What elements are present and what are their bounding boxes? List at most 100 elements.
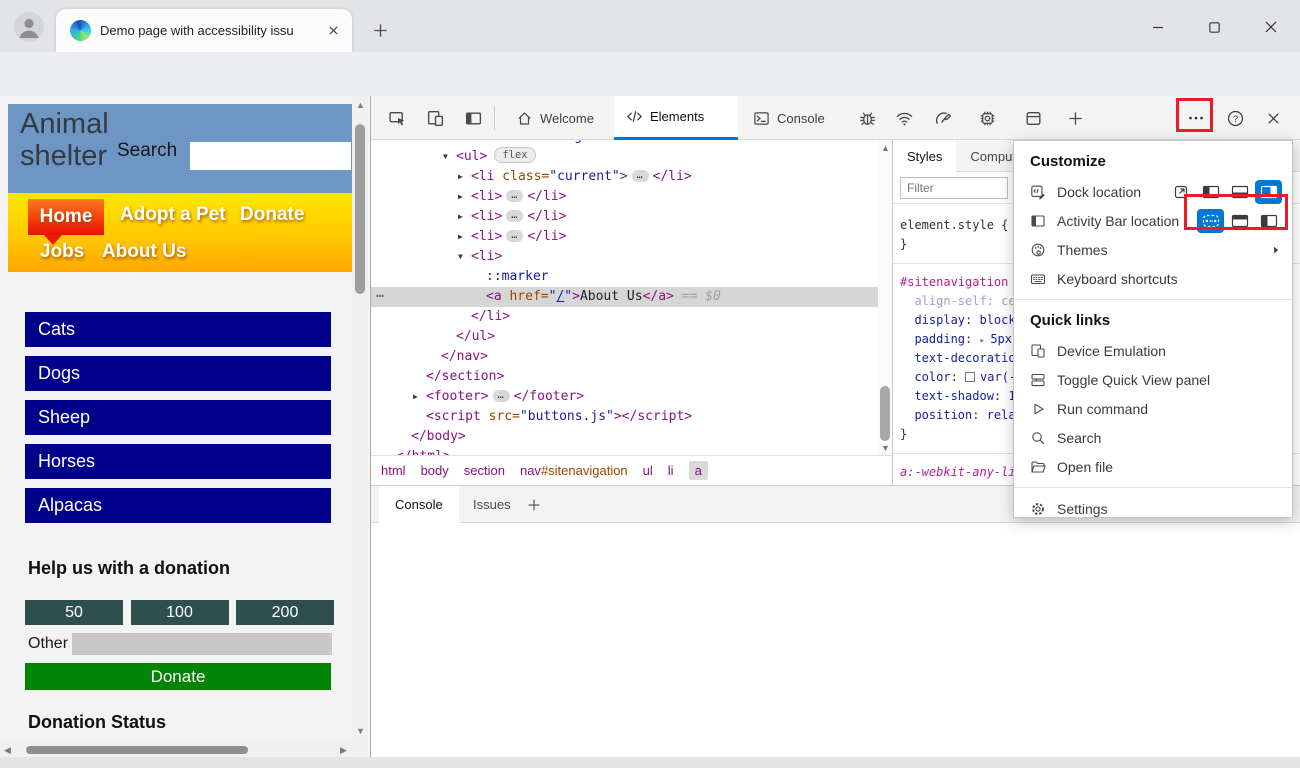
new-tab-button[interactable] <box>368 18 392 42</box>
activity-bar-location-icon <box>1031 214 1045 227</box>
menu-item-keyboard-shortcuts[interactable]: Keyboard shortcuts <box>1014 264 1292 293</box>
page-vertical-scrollbar[interactable]: ▲ ▼ <box>352 96 368 742</box>
dom-tree-row[interactable]: </section> <box>371 367 878 387</box>
window-minimize-button[interactable] <box>1138 14 1178 40</box>
color-swatch[interactable] <box>965 372 976 382</box>
tab-title: Demo page with accessibility issu <box>100 23 294 38</box>
network-conditions-icon[interactable] <box>889 103 919 133</box>
drawer-tab-console[interactable]: Console <box>379 486 459 523</box>
menu-item-settings[interactable]: Settings <box>1014 494 1292 523</box>
breadcrumb: html body section nav#sitenavigation ul li a <box>371 455 892 485</box>
menu-item-search[interactable]: Search <box>1014 423 1292 452</box>
debug-bug-icon[interactable] <box>852 103 882 133</box>
breadcrumb-item-ul[interactable]: ul <box>643 463 653 478</box>
tab-welcome[interactable]: Welcome <box>504 96 606 140</box>
scroll-down-icon[interactable]: ▼ <box>356 726 365 736</box>
inspect-element-icon[interactable] <box>382 103 412 133</box>
scroll-thumb[interactable] <box>880 386 890 441</box>
scroll-thumb[interactable] <box>355 124 365 294</box>
donation-heading: Help us with a donation <box>28 558 230 578</box>
menu-item-toggle-quick-view[interactable]: Toggle Quick View panel <box>1014 365 1292 394</box>
other-label: Other <box>28 635 69 652</box>
nav-item-donate[interactable]: Donate <box>240 204 304 226</box>
site-nav: Home Adopt a Pet Donate Jobs About Us <box>8 193 352 272</box>
amount-button-200[interactable]: 200 <box>236 600 334 625</box>
profile-avatar[interactable] <box>14 12 44 42</box>
toolbar-separator <box>494 106 495 130</box>
scroll-down-icon[interactable]: ▼ <box>881 443 890 453</box>
amount-button-50[interactable]: 50 <box>25 600 123 625</box>
tab-console[interactable]: Console <box>741 96 837 140</box>
breadcrumb-item-nav[interactable]: nav#sitenavigation <box>520 463 628 478</box>
dom-tree-row[interactable]: </li> <box>371 307 878 327</box>
breadcrumb-item-section[interactable]: section <box>464 463 505 478</box>
scroll-up-icon[interactable]: ▲ <box>356 100 365 110</box>
dom-tree-row[interactable]: <script src="buttons.js"></script> <box>371 407 878 427</box>
dom-tree-row[interactable]: </ul> <box>371 327 878 347</box>
dom-tree-row[interactable]: ▶ <li class="current">… </li> <box>371 167 878 187</box>
help-icon[interactable]: ? <box>1220 103 1250 133</box>
dom-tree-row[interactable]: ▶ <li>… </li> <box>371 207 878 227</box>
nav-item-about[interactable]: About Us <box>102 241 186 263</box>
amount-button-100[interactable]: 100 <box>130 600 229 625</box>
menu-item-themes[interactable]: Themes <box>1014 235 1292 264</box>
tree-scrollbar[interactable]: ▲ ▼ <box>878 140 892 455</box>
window-maximize-button[interactable] <box>1194 14 1234 40</box>
styles-filter-input[interactable] <box>900 177 1008 199</box>
tab-elements[interactable]: Elements <box>614 96 738 140</box>
drawer-tab-issues[interactable]: Issues <box>457 486 527 523</box>
dom-tree-row[interactable]: ▼<nav id="sitenavigation"> <box>371 140 878 147</box>
dom-tree-row[interactable]: ▶ <li>… </li> <box>371 187 878 207</box>
site-title: Animal shelter <box>20 108 109 172</box>
highlight-box-activity-bar-options <box>1184 194 1288 230</box>
breadcrumb-item-a[interactable]: a <box>688 461 708 480</box>
dock-panel-icon[interactable] <box>1018 103 1048 133</box>
animal-button-alpacas[interactable]: Alpacas <box>25 488 331 523</box>
animal-button-dogs[interactable]: Dogs <box>25 356 331 391</box>
dom-tree-row[interactable]: ⋯ <a href="/">About Us</a> == $0 <box>371 287 878 307</box>
dom-tree-row[interactable]: </nav> <box>371 347 878 367</box>
scroll-up-icon[interactable]: ▲ <box>881 143 890 153</box>
window-close-button[interactable] <box>1251 14 1291 40</box>
animal-button-sheep[interactable]: Sheep <box>25 400 331 435</box>
browser-tab[interactable]: Demo page with accessibility issu <box>56 9 352 52</box>
highlight-box-customize-button <box>1176 98 1213 132</box>
tab-close-icon[interactable] <box>324 22 342 40</box>
console-output-area[interactable] <box>371 523 1300 757</box>
page-horizontal-scrollbar[interactable]: ◀ ▶ <box>0 742 368 757</box>
animal-button-horses[interactable]: Horses <box>25 444 331 479</box>
dom-tree-row[interactable]: ▼ <ul> flex <box>371 147 878 167</box>
scroll-left-icon[interactable]: ◀ <box>4 745 11 756</box>
scroll-thumb[interactable] <box>26 746 248 754</box>
device-emulation-icon[interactable] <box>420 103 450 133</box>
animal-button-cats[interactable]: Cats <box>25 312 331 347</box>
dom-tree-row[interactable]: </body> <box>371 427 878 447</box>
dom-tree-row[interactable]: ::marker <box>371 267 878 287</box>
menu-item-device-emulation[interactable]: Device Emulation <box>1014 336 1292 365</box>
drawer-add-tab-icon[interactable] <box>519 490 549 520</box>
dom-tree-row[interactable]: ▶ <li>… </li> <box>371 227 878 247</box>
nav-item-jobs[interactable]: Jobs <box>40 241 84 263</box>
dock-location-icon <box>1031 185 1045 199</box>
breadcrumb-item-li[interactable]: li <box>668 463 674 478</box>
breadcrumb-item-html[interactable]: html <box>381 463 406 478</box>
nav-item-adopt[interactable]: Adopt a Pet <box>120 204 226 226</box>
other-amount-input[interactable] <box>72 633 332 655</box>
scroll-right-icon[interactable]: ▶ <box>340 745 347 756</box>
nav-item-home[interactable]: Home <box>28 199 104 235</box>
dom-tree-row[interactable]: </html> <box>371 447 878 455</box>
search-input[interactable] <box>190 142 351 170</box>
activity-bar-toggle-icon[interactable] <box>458 103 488 133</box>
performance-icon[interactable] <box>928 103 958 133</box>
dom-tree-row[interactable]: ▼ <li> <box>371 247 878 267</box>
menu-item-run-command[interactable]: Run command <box>1014 394 1292 423</box>
memory-chip-icon[interactable] <box>972 103 1002 133</box>
dom-tree-row[interactable]: ▶ <footer>… </footer> <box>371 387 878 407</box>
tab-styles[interactable]: Styles <box>893 140 957 172</box>
menu-item-open-file[interactable]: Open file <box>1014 452 1292 481</box>
more-tools-plus-icon[interactable] <box>1060 103 1090 133</box>
menu-divider <box>1014 299 1292 300</box>
breadcrumb-item-body[interactable]: body <box>421 463 449 478</box>
close-devtools-icon[interactable] <box>1258 103 1288 133</box>
donate-button[interactable]: Donate <box>25 663 331 690</box>
